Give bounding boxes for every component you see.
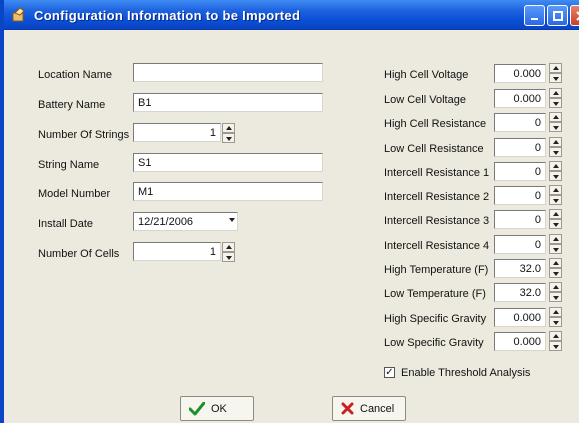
spin-down-icon[interactable] bbox=[549, 171, 562, 181]
threshold-label: High Temperature (F) bbox=[384, 264, 489, 276]
threshold-stepper[interactable] bbox=[549, 331, 562, 351]
threshold-label: Intercell Resistance 2 bbox=[384, 191, 490, 203]
spin-down-icon[interactable] bbox=[549, 219, 562, 229]
threshold-input[interactable]: 0 bbox=[494, 210, 546, 229]
threshold-stepper[interactable] bbox=[549, 234, 562, 254]
location-name-label: Location Name bbox=[38, 69, 112, 81]
threshold-label: Intercell Resistance 3 bbox=[384, 215, 490, 227]
threshold-label: Intercell Resistance 4 bbox=[384, 240, 490, 252]
install-date-combo[interactable]: 12/21/2006 bbox=[133, 212, 238, 231]
threshold-stepper[interactable] bbox=[549, 258, 562, 278]
number-of-strings-label: Number Of Strings bbox=[38, 129, 130, 141]
spin-down-icon[interactable] bbox=[222, 133, 235, 143]
spin-up-icon[interactable] bbox=[549, 209, 562, 219]
threshold-label: Low Cell Voltage bbox=[384, 94, 466, 106]
maximize-button[interactable] bbox=[547, 5, 568, 26]
number-of-strings-input[interactable]: 1 bbox=[133, 123, 221, 142]
close-button[interactable] bbox=[570, 5, 579, 26]
ok-button[interactable]: OK bbox=[180, 396, 254, 421]
threshold-input[interactable]: 0 bbox=[494, 186, 546, 205]
threshold-input[interactable]: 0 bbox=[494, 113, 546, 132]
dialog-window: Configuration Information to be Imported… bbox=[0, 0, 579, 423]
minimize-button[interactable] bbox=[524, 5, 545, 26]
threshold-label: Intercell Resistance 1 bbox=[384, 167, 490, 179]
string-name-label: String Name bbox=[38, 159, 100, 171]
spin-down-icon[interactable] bbox=[549, 341, 562, 351]
threshold-stepper[interactable] bbox=[549, 112, 562, 132]
battery-name-input[interactable]: B1 bbox=[133, 93, 323, 112]
threshold-label: High Cell Resistance bbox=[384, 118, 487, 130]
threshold-input[interactable]: 32.0 bbox=[494, 283, 546, 302]
threshold-stepper[interactable] bbox=[549, 88, 562, 108]
model-number-input[interactable]: M1 bbox=[133, 182, 323, 201]
spin-down-icon[interactable] bbox=[549, 244, 562, 254]
spin-down-icon[interactable] bbox=[549, 195, 562, 205]
number-of-cells-stepper[interactable] bbox=[222, 242, 235, 262]
app-icon bbox=[12, 7, 25, 22]
threshold-label: Low Cell Resistance bbox=[384, 143, 484, 155]
threshold-label: Low Temperature (F) bbox=[384, 288, 486, 300]
checkmark-icon bbox=[189, 401, 205, 415]
spin-up-icon[interactable] bbox=[549, 88, 562, 98]
title-bar[interactable]: Configuration Information to be Imported bbox=[4, 0, 579, 30]
spin-up-icon[interactable] bbox=[549, 331, 562, 341]
cancel-button[interactable]: Cancel bbox=[332, 396, 406, 421]
threshold-label: High Cell Voltage bbox=[384, 69, 469, 81]
enable-threshold-label: Enable Threshold Analysis bbox=[401, 367, 531, 379]
location-name-input[interactable] bbox=[133, 63, 323, 82]
threshold-stepper[interactable] bbox=[549, 282, 562, 302]
threshold-label: High Specific Gravity bbox=[384, 313, 487, 325]
spin-down-icon[interactable] bbox=[549, 317, 562, 327]
spin-up-icon[interactable] bbox=[549, 258, 562, 268]
spin-down-icon[interactable] bbox=[549, 73, 562, 83]
threshold-input[interactable]: 0.000 bbox=[494, 308, 546, 327]
number-of-strings-stepper[interactable] bbox=[222, 123, 235, 143]
threshold-stepper[interactable] bbox=[549, 307, 562, 327]
spin-down-icon[interactable] bbox=[549, 98, 562, 108]
spin-down-icon[interactable] bbox=[549, 147, 562, 157]
spin-down-icon[interactable] bbox=[222, 252, 235, 262]
threshold-stepper[interactable] bbox=[549, 63, 562, 83]
install-date-label: Install Date bbox=[38, 218, 94, 230]
spin-up-icon[interactable] bbox=[549, 63, 562, 73]
number-of-cells-label: Number Of Cells bbox=[38, 248, 120, 260]
model-number-label: Model Number bbox=[38, 188, 111, 200]
threshold-input[interactable]: 0.000 bbox=[494, 89, 546, 108]
spin-down-icon[interactable] bbox=[549, 122, 562, 132]
threshold-stepper[interactable] bbox=[549, 185, 562, 205]
spin-up-icon[interactable] bbox=[549, 112, 562, 122]
threshold-stepper[interactable] bbox=[549, 209, 562, 229]
battery-name-label: Battery Name bbox=[38, 99, 106, 111]
threshold-input[interactable]: 0.000 bbox=[494, 64, 546, 83]
spin-down-icon[interactable] bbox=[549, 292, 562, 302]
spin-up-icon[interactable] bbox=[222, 242, 235, 252]
spin-down-icon[interactable] bbox=[549, 268, 562, 278]
spin-up-icon[interactable] bbox=[549, 282, 562, 292]
threshold-stepper[interactable] bbox=[549, 161, 562, 181]
spin-up-icon[interactable] bbox=[549, 234, 562, 244]
spin-up-icon[interactable] bbox=[549, 161, 562, 171]
number-of-cells-input[interactable]: 1 bbox=[133, 242, 221, 261]
enable-threshold-checkbox[interactable]: ✓ bbox=[384, 367, 395, 378]
threshold-input[interactable]: 32.0 bbox=[494, 259, 546, 278]
string-name-input[interactable]: S1 bbox=[133, 153, 323, 172]
dropdown-arrow-icon[interactable] bbox=[229, 218, 235, 222]
spin-up-icon[interactable] bbox=[549, 137, 562, 147]
threshold-input[interactable]: 0 bbox=[494, 162, 546, 181]
spin-up-icon[interactable] bbox=[549, 307, 562, 317]
ok-button-label: OK bbox=[211, 402, 227, 415]
threshold-input[interactable]: 0.000 bbox=[494, 332, 546, 351]
threshold-label: Low Specific Gravity bbox=[384, 337, 484, 349]
minimize-icon bbox=[531, 18, 538, 20]
threshold-input[interactable]: 0 bbox=[494, 235, 546, 254]
threshold-input[interactable]: 0 bbox=[494, 138, 546, 157]
x-icon bbox=[341, 402, 354, 415]
cancel-button-label: Cancel bbox=[360, 402, 395, 415]
spin-up-icon[interactable] bbox=[549, 185, 562, 195]
threshold-stepper[interactable] bbox=[549, 137, 562, 157]
window-title: Configuration Information to be Imported bbox=[34, 8, 301, 23]
spin-up-icon[interactable] bbox=[222, 123, 235, 133]
maximize-icon bbox=[553, 11, 563, 21]
